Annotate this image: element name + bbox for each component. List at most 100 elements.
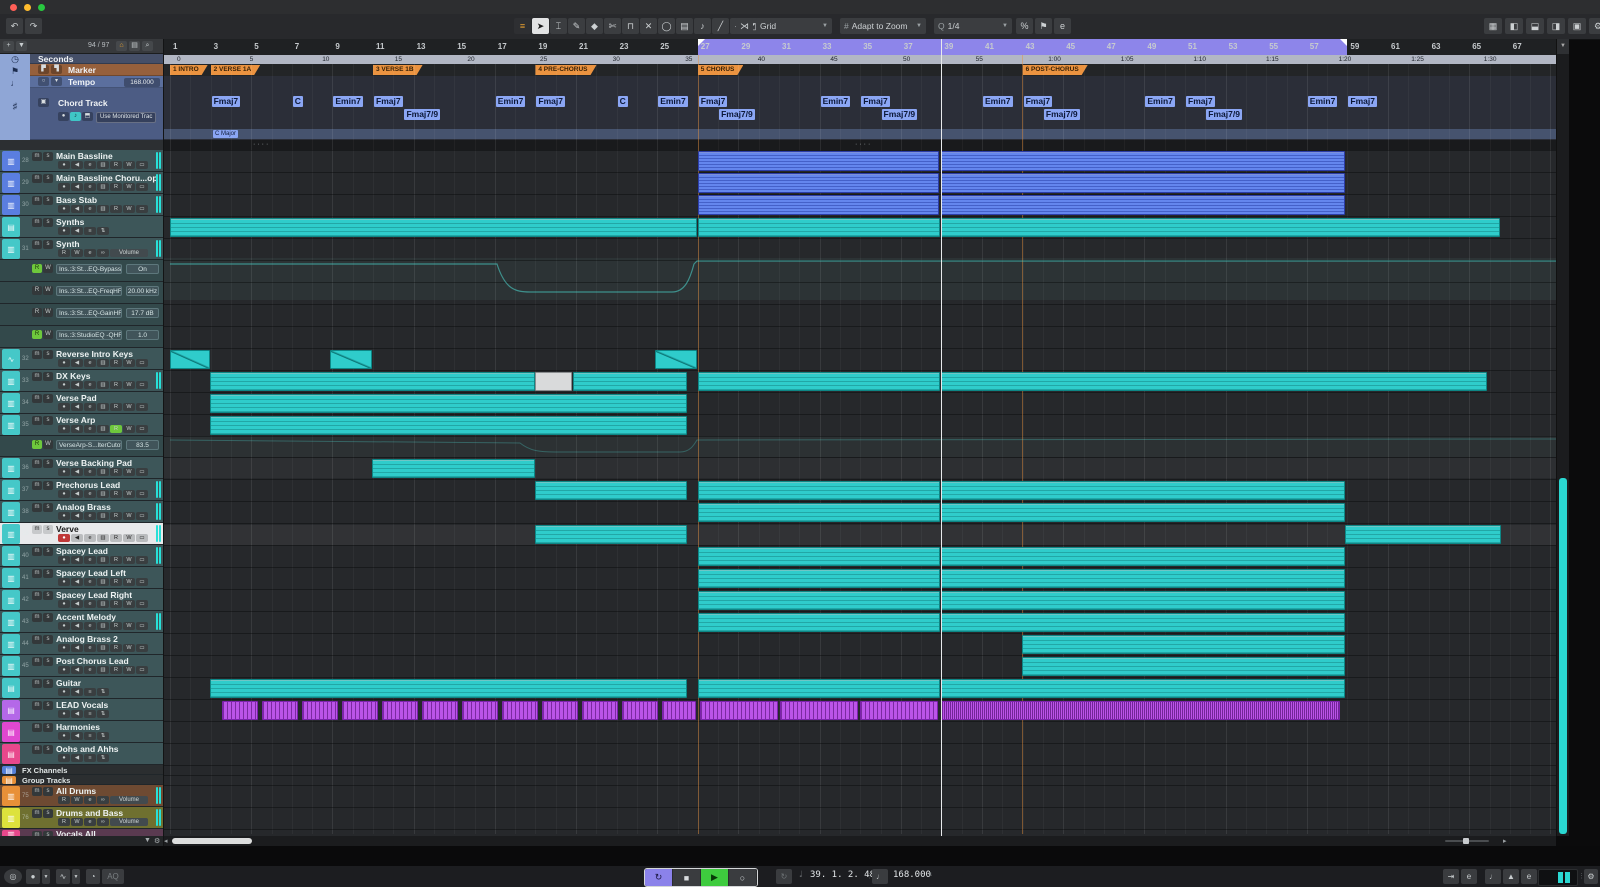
part-event[interactable]	[698, 547, 940, 566]
chord-event[interactable]: Fmaj7	[374, 96, 403, 107]
solo-button[interactable]: s	[43, 679, 53, 688]
automation-write-button[interactable]: W	[43, 308, 53, 317]
read-automation-button[interactable]: R	[58, 249, 70, 257]
monitor-button[interactable]: ◀	[71, 205, 83, 213]
chord-event[interactable]: C	[293, 96, 303, 107]
zoom-window-button[interactable]	[38, 4, 45, 11]
line-tool[interactable]: ╱	[712, 18, 729, 34]
midi-part[interactable]	[941, 173, 1345, 193]
mute-button[interactable]: m	[32, 591, 42, 600]
instrument-icon[interactable]: ▥	[97, 600, 109, 608]
track-row-versearp-s-ltercutoff[interactable]: RWVerseArp-S...lterCutoff83.5	[0, 436, 163, 457]
tempo-open-button[interactable]: ▾	[51, 77, 62, 86]
track-visibility-agent-icon[interactable]: ⌂	[116, 41, 127, 51]
phase-icon[interactable]: ⇅	[97, 688, 109, 696]
write-automation-button[interactable]: W	[123, 468, 135, 476]
snap-on-off-button[interactable]: ⋊	[736, 18, 753, 34]
edit-channel-button[interactable]: e	[84, 600, 96, 608]
record-enable-button[interactable]: ●	[58, 600, 70, 608]
volume-display[interactable]: Volume	[110, 796, 148, 804]
lanes-icon[interactable]: ▭	[136, 622, 148, 630]
part-event[interactable]	[1022, 635, 1345, 654]
track-row-analog-brass[interactable]: ▥38msAnalog Brass●◀e▥RW▭	[0, 501, 163, 523]
play-button[interactable]: ▶	[701, 869, 729, 886]
volume-display[interactable]: Volume	[110, 249, 148, 257]
audiowarp-quantize-button[interactable]: ⚑	[1035, 18, 1052, 34]
write-automation-button[interactable]: W	[123, 183, 135, 191]
use-monitored-tracks-button[interactable]: Use Monitored Trac	[96, 112, 156, 123]
record-enable-button[interactable]: ●	[58, 754, 70, 762]
record-enable-button[interactable]: ●	[58, 359, 70, 367]
solo-button[interactable]: s	[43, 372, 53, 381]
group-editing-icon[interactable]: ≡	[84, 732, 96, 740]
chord-event[interactable]: Fmaj7/9	[1044, 109, 1080, 120]
monitor-button[interactable]: ◀	[71, 556, 83, 564]
chord-event[interactable]: Fmaj7	[1186, 96, 1215, 107]
record-enable-button[interactable]: ●	[58, 578, 70, 586]
part-event[interactable]	[698, 503, 940, 522]
solo-button[interactable]: s	[43, 569, 53, 578]
metronome-click-button[interactable]: ♩	[1485, 869, 1501, 884]
horizontal-zoom-slider[interactable]	[1445, 840, 1489, 842]
marker-flag[interactable]: 1 INTRO	[170, 65, 208, 75]
read-automation-button[interactable]: R	[110, 534, 122, 542]
chord-resolve-button[interactable]: ⬒	[82, 112, 93, 121]
solo-button[interactable]: s	[43, 218, 53, 227]
chord-event[interactable]: Fmaj7	[536, 96, 565, 107]
solo-button[interactable]: s	[43, 481, 53, 490]
tempo-track-active-button[interactable]: ♩	[872, 869, 888, 884]
mute-button[interactable]: m	[32, 240, 42, 249]
read-automation-button[interactable]: R	[110, 644, 122, 652]
read-automation-button[interactable]: R	[110, 205, 122, 213]
bar-ruler[interactable]: 1357911131517192123252729313335373941434…	[163, 39, 1556, 56]
chord-event[interactable]: Fmaj7	[1024, 96, 1053, 107]
automation-read-button[interactable]: R	[32, 308, 42, 317]
track-row-main-bassline[interactable]: ▥28msMain Bassline●◀e▥RW▭	[0, 150, 163, 172]
chord-event[interactable]: Emin7	[333, 96, 363, 107]
instrument-icon[interactable]: ▥	[97, 183, 109, 191]
marker-flag[interactable]: 4 PRE-CHORUS	[535, 65, 596, 75]
part-event[interactable]	[698, 372, 940, 391]
record-enable-button[interactable]: ●	[58, 512, 70, 520]
write-automation-button[interactable]: W	[71, 818, 83, 826]
bypass-inserts-button[interactable]: ∞	[97, 249, 109, 257]
lanes-icon[interactable]: ▭	[136, 359, 148, 367]
scroll-left-arrow[interactable]: ◂	[164, 837, 168, 845]
glue-tool[interactable]: ⊓	[622, 18, 639, 34]
iterative-quantize-button[interactable]: %	[1016, 18, 1033, 34]
midi-part[interactable]	[698, 195, 939, 215]
track-list-filter-icon[interactable]: ▤	[129, 41, 140, 51]
part-event[interactable]	[210, 416, 687, 435]
track-row-verve[interactable]: ▥39msVerve●◀e▥RW▭	[0, 523, 163, 545]
instrument-icon[interactable]: ▥	[97, 644, 109, 652]
write-automation-button[interactable]: W	[123, 534, 135, 542]
solo-button[interactable]: s	[43, 613, 53, 622]
chevron-down-icon[interactable]: ▼	[72, 869, 80, 884]
vocal-audio-part[interactable]	[502, 701, 538, 720]
phase-icon[interactable]: ⇅	[97, 710, 109, 718]
monitor-button[interactable]: ◀	[71, 359, 83, 367]
solo-button[interactable]: s	[43, 350, 53, 359]
chord-event[interactable]: Emin7	[496, 96, 526, 107]
solo-button[interactable]: s	[43, 459, 53, 468]
automation-read-button[interactable]: R	[32, 330, 42, 339]
lanes-icon[interactable]: ▭	[136, 578, 148, 586]
punch-in-button[interactable]: ⇥	[1443, 869, 1459, 884]
transport-setup-gear-icon[interactable]: ⚙	[1584, 869, 1598, 884]
marker-jump-next-button[interactable]: ▜	[51, 65, 62, 74]
solo-button[interactable]: s	[43, 745, 53, 754]
automation-read-button[interactable]: R	[32, 440, 42, 449]
active-project-indicator[interactable]: ≡	[514, 18, 531, 34]
chord-event[interactable]: Fmaj7/9	[1206, 109, 1242, 120]
solo-button[interactable]: s	[43, 591, 53, 600]
time-warp-tool[interactable]: ♪	[694, 18, 711, 34]
write-automation-button[interactable]: W	[123, 161, 135, 169]
instrument-icon[interactable]: ▥	[97, 666, 109, 674]
part-event[interactable]	[698, 481, 940, 500]
vocal-audio-part[interactable]	[662, 701, 696, 720]
part-event[interactable]	[535, 481, 687, 500]
cycle-region[interactable]	[698, 39, 1348, 55]
mute-tool[interactable]: ✕	[640, 18, 657, 34]
monitor-button[interactable]: ◀	[71, 754, 83, 762]
mute-button[interactable]: m	[32, 569, 42, 578]
